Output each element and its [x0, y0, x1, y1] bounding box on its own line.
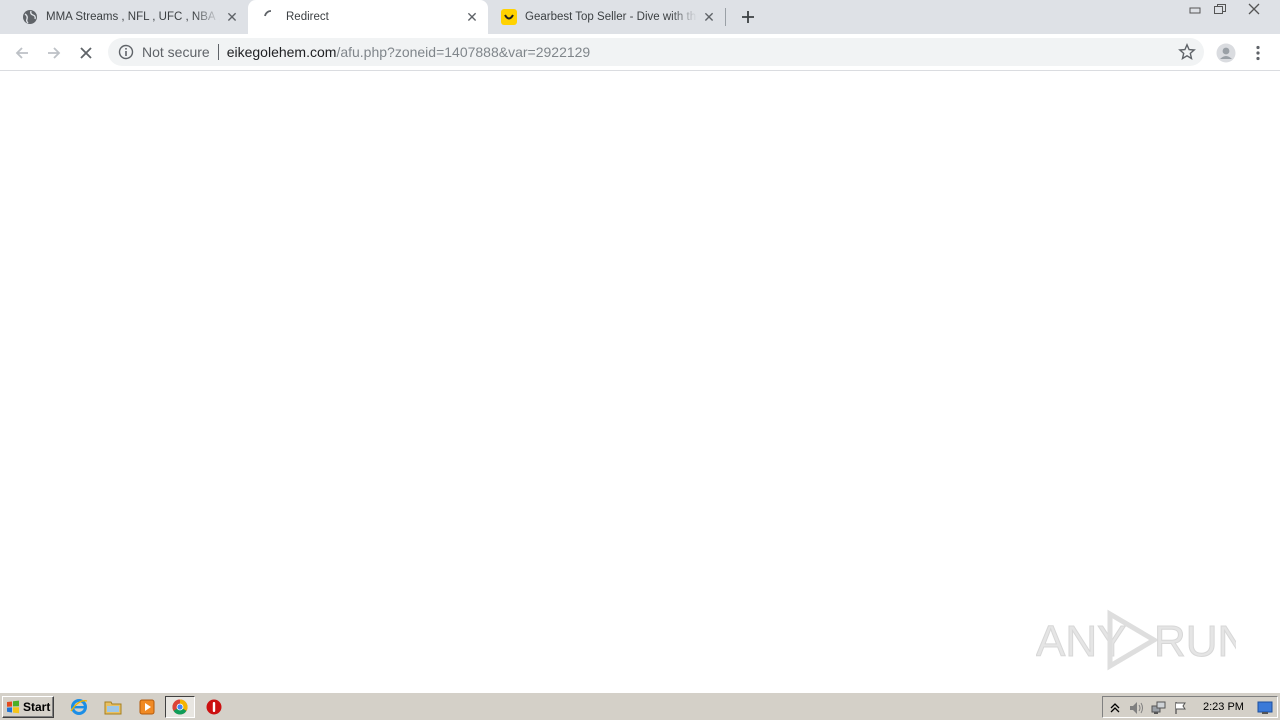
- clock[interactable]: 2:23 PM: [1203, 701, 1244, 713]
- gearbest-smile-icon: [501, 9, 517, 25]
- tab-separator: [725, 8, 726, 26]
- tab-title: Redirect: [286, 11, 329, 23]
- window-close-button[interactable]: [1236, 0, 1272, 18]
- tab-mma-streams[interactable]: MMA Streams , NFL , UFC , NBA , Boxing ✕: [8, 0, 248, 34]
- windows-flag-icon: [7, 700, 19, 714]
- minimize-button[interactable]: [1183, 0, 1207, 18]
- start-button[interactable]: Start: [2, 696, 54, 718]
- info-icon[interactable]: [118, 44, 134, 60]
- volume-icon[interactable]: [1129, 700, 1145, 716]
- globe-icon: [22, 9, 38, 25]
- back-arrow-icon: [15, 47, 28, 59]
- security-status[interactable]: Not secure: [142, 44, 210, 60]
- watermark-text-right: RUN: [1154, 617, 1236, 666]
- tab-gearbest[interactable]: Gearbest Top Seller - Dive with the Gear…: [487, 0, 725, 34]
- file-explorer-icon[interactable]: [102, 697, 124, 717]
- tab-redirect[interactable]: Redirect ✕: [248, 0, 488, 34]
- close-icon: [1248, 3, 1260, 15]
- profile-button[interactable]: [1212, 39, 1240, 67]
- tab-close-button[interactable]: ✕: [224, 9, 240, 25]
- bookmark-star-icon[interactable]: [1178, 43, 1196, 61]
- tab-close-button[interactable]: ✕: [701, 9, 717, 25]
- network-icon[interactable]: [1151, 700, 1167, 716]
- anyrun-watermark: ANY RUN: [1036, 608, 1250, 672]
- omnibox-divider: [217, 44, 219, 60]
- internet-explorer-icon[interactable]: [68, 697, 90, 717]
- url-path[interactable]: /afu.php?zoneid=1407888&var=2922129: [336, 44, 590, 60]
- system-tray: 2:23 PM: [1102, 696, 1278, 718]
- tab-title: Gearbest Top Seller - Dive with the Gear…: [525, 11, 697, 23]
- url-host[interactable]: eikegolehem.com: [227, 44, 337, 60]
- minimize-icon: [1189, 7, 1201, 14]
- action-center-flag-icon[interactable]: [1173, 700, 1189, 716]
- watermark-text-left: ANY: [1036, 617, 1126, 666]
- page-content: [0, 72, 1280, 692]
- back-button[interactable]: [8, 39, 36, 67]
- show-desktop-icon[interactable]: [1257, 700, 1273, 716]
- tab-strip: MMA Streams , NFL , UFC , NBA , Boxing ✕…: [0, 0, 1280, 34]
- chrome-icon[interactable]: [165, 696, 195, 718]
- tab-close-button[interactable]: ✕: [464, 9, 480, 25]
- forward-arrow-icon: [48, 47, 61, 59]
- start-label: Start: [23, 700, 51, 714]
- menu-button[interactable]: [1244, 39, 1272, 67]
- address-bar[interactable]: Not secure eikegolehem.com /afu.php?zone…: [108, 38, 1204, 66]
- tab-title: MMA Streams , NFL , UFC , NBA , Boxing: [46, 11, 220, 23]
- browser-toolbar: Not secure eikegolehem.com /afu.php?zone…: [0, 34, 1280, 71]
- show-hidden-icons-icon[interactable]: [1107, 700, 1123, 716]
- plus-icon: [742, 11, 754, 23]
- stop-x-icon: [80, 47, 92, 59]
- stop-loading-button[interactable]: [72, 39, 100, 67]
- restore-icon: [1214, 4, 1226, 14]
- taskbar: Start 2:23 PM: [0, 692, 1280, 720]
- media-player-icon[interactable]: [136, 697, 158, 717]
- kebab-menu-icon: [1256, 45, 1260, 61]
- loading-spinner-icon: [262, 9, 278, 25]
- forward-button[interactable]: [40, 39, 68, 67]
- avatar-icon: [1216, 43, 1236, 63]
- restore-button[interactable]: [1208, 0, 1232, 18]
- stop-sign-icon[interactable]: [203, 697, 225, 717]
- new-tab-button[interactable]: [736, 5, 760, 29]
